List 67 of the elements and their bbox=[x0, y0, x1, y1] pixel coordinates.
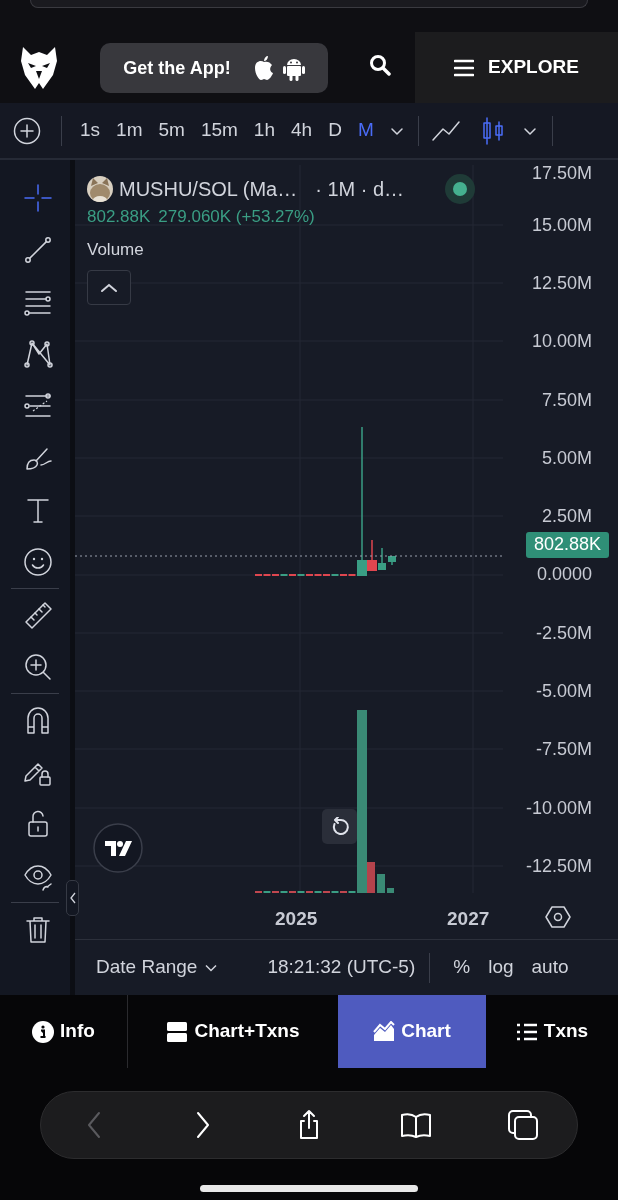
scale-option[interactable]: log bbox=[479, 953, 523, 982]
axis-label: 17.50M bbox=[531, 162, 592, 185]
status-dot bbox=[445, 174, 475, 204]
axis-label: 7.50M bbox=[541, 388, 592, 412]
reset-button[interactable] bbox=[322, 809, 357, 844]
axis-label: 15.00M bbox=[531, 213, 592, 237]
settings-icon[interactable] bbox=[545, 905, 571, 929]
tradingview-logo bbox=[93, 823, 143, 873]
tab[interactable]: Txns bbox=[486, 995, 618, 1068]
price-value: 802.88K bbox=[87, 206, 151, 228]
axis-label: 2027 bbox=[447, 907, 490, 931]
search-icon[interactable] bbox=[369, 54, 391, 76]
tabs-icon[interactable] bbox=[507, 1109, 540, 1141]
tab[interactable]: Info bbox=[0, 995, 127, 1068]
axis-label: -10.00M bbox=[525, 796, 592, 820]
info-icon bbox=[32, 1020, 55, 1043]
price-change: 279.060K (+53.27%) bbox=[158, 206, 315, 228]
caret-icon bbox=[205, 963, 218, 972]
timeframe-button[interactable]: M bbox=[349, 116, 382, 145]
smiley-icon[interactable] bbox=[22, 547, 53, 577]
timeframe-button[interactable]: 1s bbox=[72, 116, 109, 145]
axis-label: 2.50M bbox=[541, 505, 592, 529]
chevron-up-icon bbox=[100, 282, 118, 293]
axis-label: 0.0000 bbox=[536, 563, 592, 587]
axis-label: -12.50M bbox=[525, 854, 592, 878]
axis-label: 12.50M bbox=[531, 271, 592, 295]
axis-label: 10.00M bbox=[531, 330, 592, 354]
axis-label: -2.50M bbox=[535, 621, 592, 645]
pair-title: MUSHU/SOL (Ma… bbox=[119, 177, 298, 202]
nodes-icon[interactable] bbox=[22, 339, 53, 369]
collapse-handle[interactable] bbox=[66, 880, 79, 916]
explore-button[interactable]: EXPLORE bbox=[415, 32, 618, 103]
axis-label: 2025 bbox=[275, 907, 318, 931]
collapse-button[interactable] bbox=[87, 270, 131, 305]
ruler-icon[interactable] bbox=[22, 600, 53, 630]
area-chart-icon bbox=[373, 1020, 396, 1043]
split-view-icon bbox=[166, 1020, 189, 1043]
price-tag: 802.88K bbox=[525, 532, 609, 558]
zoom-in-icon[interactable] bbox=[22, 652, 53, 682]
volume-bar bbox=[377, 874, 385, 893]
volume-bar bbox=[387, 888, 394, 893]
chevron-left-icon bbox=[69, 892, 76, 904]
caret-icon[interactable] bbox=[389, 125, 404, 136]
scale-option[interactable]: auto bbox=[522, 953, 578, 982]
axis-label: -7.50M bbox=[535, 738, 592, 762]
get-app-button[interactable]: Get the App! bbox=[100, 43, 328, 93]
timeframe-button[interactable]: 1m bbox=[108, 116, 151, 145]
axis-label: 5.00M bbox=[541, 446, 592, 470]
timeframe-button[interactable]: 1h bbox=[245, 116, 283, 145]
timeframe-button[interactable]: 15m bbox=[192, 116, 246, 145]
apple-icon bbox=[252, 55, 275, 81]
trend-line-icon[interactable] bbox=[22, 235, 53, 265]
chart-details: · 1M · d… bbox=[315, 177, 405, 202]
add-indicator-icon[interactable] bbox=[13, 116, 41, 145]
timeframe-button[interactable]: 5m bbox=[150, 116, 193, 145]
candle bbox=[388, 556, 396, 566]
menu-icon bbox=[454, 58, 475, 77]
timezone-clock: 18:21:32 (UTC-5) bbox=[267, 955, 416, 980]
scale-option[interactable]: % bbox=[444, 953, 480, 982]
tab[interactable]: Chart bbox=[338, 995, 486, 1068]
caret-icon[interactable] bbox=[522, 125, 537, 136]
indicator-label: Volume bbox=[87, 238, 144, 261]
timeframe-button[interactable]: D bbox=[320, 116, 350, 145]
date-range-button[interactable]: Date Range bbox=[88, 953, 226, 982]
axis-label: -5.00M bbox=[535, 680, 592, 703]
crosshair-icon[interactable] bbox=[22, 183, 53, 213]
timeframe-button[interactable]: 4h bbox=[283, 116, 321, 145]
